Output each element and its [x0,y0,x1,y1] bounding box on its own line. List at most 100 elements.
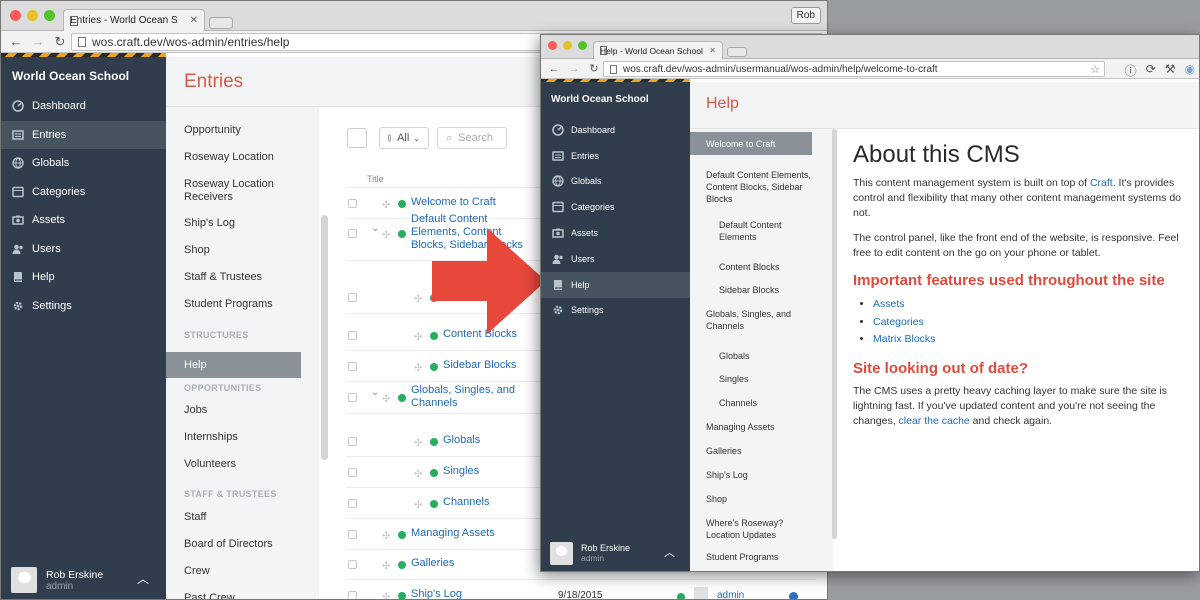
help-nav-item[interactable]: Default Content Elements [690,219,812,243]
row-checkbox[interactable] [348,530,357,539]
drag-handle-icon[interactable]: ✣ [382,394,390,405]
site-name[interactable]: World Ocean School [551,94,649,105]
new-tab-button[interactable] [209,17,233,29]
nav-item-help[interactable]: Help [541,271,690,298]
clear-cache-link[interactable]: clear the cache [899,415,970,427]
drag-handle-icon[interactable]: ✣ [382,230,390,241]
browser-tab[interactable]: Entries - World Ocean School ✕ [63,9,205,31]
help-nav-item[interactable]: Singles [690,373,812,385]
nav-item-categories[interactable]: Categories [1,178,166,207]
section-item[interactable]: Jobs [166,404,301,417]
nav-item-globals[interactable]: Globals [541,169,690,195]
row-checkbox[interactable] [348,199,357,208]
tools-icon[interactable]: ⚒ [1165,62,1176,79]
nav-item-settings[interactable]: Settings [1,292,166,321]
entry-title-link[interactable]: Ship's Log [411,588,541,599]
sections-scrollbar[interactable] [321,215,328,460]
user-menu[interactable]: Rob Erskine admin ︿ [541,538,690,568]
row-checkbox[interactable] [348,229,357,238]
feature-link[interactable]: Categories [873,316,924,328]
help-nav-item[interactable]: Welcome to Craft [690,132,812,155]
back-arrow-icon[interactable]: ← [9,34,23,49]
help-nav-item[interactable]: Sidebar Blocks [690,284,812,296]
help-nav-item[interactable]: Student Programs [690,551,812,563]
status-filter-dropdown[interactable]: All ⌄ [379,127,429,149]
drag-handle-icon[interactable]: ✣ [414,332,422,343]
bookmark-star-icon[interactable]: ☆ [1090,63,1100,76]
drag-handle-icon[interactable]: ✣ [414,438,422,449]
section-item[interactable]: Staff [166,511,301,524]
section-item[interactable]: Ship's Log [166,217,301,230]
row-checkbox[interactable] [348,591,357,599]
profile-button[interactable]: Rob [790,7,821,24]
row-checkbox[interactable] [348,437,357,446]
entry-title-link[interactable]: Managing Assets [411,527,541,540]
help-nav-item[interactable]: Galleries [690,445,812,457]
minimize-window-button[interactable] [563,41,572,50]
nav-item-settings[interactable]: Settings [541,298,690,324]
expand-toggle-icon[interactable]: ⌄ [371,223,379,234]
section-item[interactable]: Roseway Location Receivers [166,178,301,204]
nav-item-users[interactable]: Users [1,235,166,264]
close-tab-icon[interactable]: ✕ [709,46,716,55]
entry-title-link[interactable]: Globals, Singles, and Channels [411,384,541,410]
nav-item-dashboard[interactable]: Dashboard [541,117,690,143]
drag-handle-icon[interactable]: ✣ [414,294,422,305]
help-nav-item[interactable]: Content Blocks [690,261,812,273]
feature-link[interactable]: Assets [873,298,905,310]
browser-tab[interactable]: Help - World Ocean School ✕ [593,41,723,59]
help-nav-item[interactable]: Globals [690,350,812,362]
help-nav-item[interactable]: Default Content Elements, Content Blocks… [690,169,812,205]
help-nav-item[interactable]: Ship's Log [690,469,812,481]
section-item[interactable]: Internships [166,431,301,444]
author-link[interactable]: admin [717,590,744,599]
select-all-checkbox[interactable] [347,128,367,148]
help-nav-item[interactable]: Globals, Singles, and Channels [690,308,812,332]
close-tab-icon[interactable]: ✕ [190,15,198,26]
row-checkbox[interactable] [348,499,357,508]
row-checkbox[interactable] [348,362,357,371]
craft-link[interactable]: Craft [1090,177,1113,189]
section-item[interactable]: Shop [166,244,301,257]
nav-item-users[interactable]: Users [541,246,690,272]
search-input[interactable]: ⌕ Search [437,127,507,149]
entry-title-link[interactable]: Welcome to Craft [411,196,541,209]
close-window-button[interactable] [10,10,21,21]
row-checkbox[interactable] [348,331,357,340]
drag-handle-icon[interactable]: ✣ [382,592,390,599]
row-checkbox[interactable] [348,393,357,402]
entry-title-link[interactable]: Galleries [411,557,541,570]
section-item[interactable]: Past Crew [166,592,301,599]
minimize-window-button[interactable] [27,10,38,21]
drag-handle-icon[interactable]: ✣ [382,531,390,542]
section-item[interactable]: Help [166,352,301,378]
nav-item-dashboard[interactable]: Dashboard [1,92,166,121]
drag-handle-icon[interactable]: ✣ [414,500,422,511]
forward-arrow-icon[interactable]: → [31,34,45,49]
info-icon[interactable]: ⓘ [1125,62,1137,79]
feature-link[interactable]: Matrix Blocks [873,333,935,345]
url-field[interactable]: wos.craft.dev/wos-admin/usermanual/wos-a… [603,61,1105,77]
chevron-up-icon[interactable]: ︿ [137,570,149,587]
nav-item-assets[interactable]: Assets [1,206,166,235]
site-name[interactable]: World Ocean School [12,69,129,83]
row-checkbox[interactable] [348,468,357,477]
nav-item-entries[interactable]: Entries [1,120,166,149]
globe-icon[interactable] [789,592,798,599]
nav-item-assets[interactable]: Assets [541,220,690,246]
nav-item-categories[interactable]: Categories [541,194,690,220]
camera-icon[interactable]: ◉ [1185,62,1195,79]
title-column-header[interactable]: Title [367,174,384,184]
new-tab-button[interactable] [727,47,747,57]
zoom-window-button[interactable] [578,41,587,50]
section-item[interactable]: Roseway Location [166,151,301,164]
section-item[interactable]: Board of Directors [166,538,301,551]
drag-handle-icon[interactable]: ✣ [382,561,390,572]
zoom-window-button[interactable] [44,10,55,21]
help-nav-item[interactable]: Managing Assets [690,421,812,433]
back-arrow-icon[interactable]: ← [547,63,561,75]
reload-icon[interactable]: ↻ [53,34,67,50]
nav-item-globals[interactable]: Globals [1,149,166,178]
section-item[interactable]: Staff & Trustees [166,271,301,284]
row-checkbox[interactable] [348,560,357,569]
